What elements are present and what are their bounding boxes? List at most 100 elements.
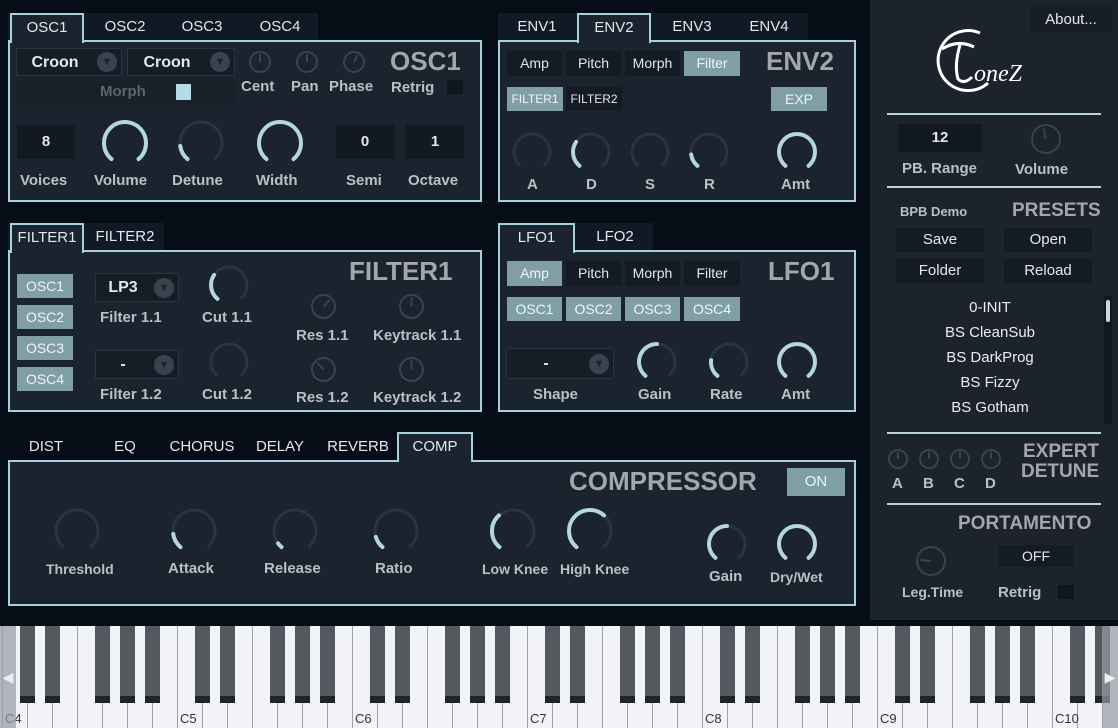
reload-button[interactable]: Reload: [1004, 259, 1092, 283]
scroll-left-icon[interactable]: ◀: [0, 626, 16, 728]
white-key[interactable]: [578, 626, 603, 728]
env-target-amp[interactable]: Amp: [507, 51, 562, 76]
tab-osc1[interactable]: OSC1: [10, 13, 84, 43]
white-key[interactable]: [1028, 626, 1053, 728]
cutoff1-knob[interactable]: [208, 264, 250, 306]
lfo-osc2-button[interactable]: OSC2: [566, 297, 621, 321]
master-volume-knob[interactable]: [1030, 123, 1062, 155]
white-key[interactable]: [678, 626, 703, 728]
cent-knob[interactable]: [248, 50, 272, 74]
white-key[interactable]: [853, 626, 878, 728]
pb-range-value[interactable]: 12: [898, 124, 982, 152]
exp-button[interactable]: EXP: [771, 87, 827, 111]
low-knee-knob[interactable]: [489, 507, 537, 555]
tab-delay[interactable]: DELAY: [250, 433, 310, 461]
detune-b-knob[interactable]: [918, 448, 940, 470]
about-button[interactable]: About...: [1030, 7, 1112, 32]
tab-env1[interactable]: ENV1: [500, 13, 574, 41]
detune-a-knob[interactable]: [887, 448, 909, 470]
tab-lfo1[interactable]: LFO1: [498, 223, 575, 253]
filter-osc4-button[interactable]: OSC4: [17, 367, 73, 391]
tab-env2[interactable]: ENV2: [577, 13, 651, 43]
scroll-right-icon[interactable]: ▶: [1102, 626, 1118, 728]
lfo-rate-knob[interactable]: [708, 341, 750, 383]
sustain-knob[interactable]: [629, 131, 671, 173]
filter-osc3-button[interactable]: OSC3: [17, 336, 73, 360]
lfo-osc3-button[interactable]: OSC3: [625, 297, 680, 321]
comp-on-button[interactable]: ON: [787, 468, 845, 496]
white-key[interactable]: [503, 626, 528, 728]
voices-value[interactable]: 8: [17, 125, 75, 159]
filter-osc2-button[interactable]: OSC2: [17, 305, 73, 329]
lfo-shape-dropdown[interactable]: - ▼: [506, 348, 614, 379]
detune-knob[interactable]: [177, 119, 225, 167]
white-key[interactable]: [753, 626, 778, 728]
white-key[interactable]: [53, 626, 78, 728]
keytrack2-knob[interactable]: [398, 356, 425, 383]
high-knee-knob[interactable]: [566, 507, 614, 555]
env-target-morph[interactable]: Morph: [625, 51, 680, 76]
release-knob[interactable]: [688, 131, 730, 173]
comp-gain-knob[interactable]: [706, 523, 748, 565]
lfo-target-morph[interactable]: Morph: [625, 261, 680, 286]
dry-wet-knob[interactable]: [776, 523, 818, 565]
env-target-filter[interactable]: Filter: [684, 51, 740, 76]
tab-osc4[interactable]: OSC4: [243, 13, 317, 41]
filter-type2-dropdown[interactable]: - ▼: [95, 350, 179, 379]
tab-filter1[interactable]: FILTER1: [10, 223, 84, 253]
white-key[interactable]: [928, 626, 953, 728]
lfo-target-amp[interactable]: Amp: [507, 261, 562, 286]
attack-knob[interactable]: [511, 131, 553, 173]
res1-knob[interactable]: [310, 293, 337, 320]
portamento-toggle[interactable]: OFF: [998, 545, 1074, 567]
tab-chorus[interactable]: CHORUS: [168, 433, 236, 461]
preset-item[interactable]: BS CleanSub: [900, 324, 1080, 341]
threshold-knob[interactable]: [53, 507, 101, 555]
tab-comp[interactable]: COMP: [397, 432, 473, 462]
lfo-target-filter[interactable]: Filter: [684, 261, 740, 286]
open-button[interactable]: Open: [1004, 228, 1092, 252]
tab-osc3[interactable]: OSC3: [165, 13, 239, 41]
lfo-gain-knob[interactable]: [636, 341, 678, 383]
detune-c-knob[interactable]: [949, 448, 971, 470]
keytrack1-knob[interactable]: [398, 293, 425, 320]
filter-type1-dropdown[interactable]: LP3 ▼: [95, 273, 179, 302]
env-filter2-button[interactable]: FILTER2: [566, 87, 622, 111]
filter-osc1-button[interactable]: OSC1: [17, 274, 73, 298]
preset-item[interactable]: 0-INIT: [900, 299, 1080, 316]
tab-eq[interactable]: EQ: [95, 433, 155, 461]
wave1-dropdown[interactable]: Croon ▼: [16, 48, 122, 76]
tab-osc2[interactable]: OSC2: [88, 13, 162, 41]
preset-item[interactable]: BS DarkProg: [900, 349, 1080, 366]
tab-env4[interactable]: ENV4: [732, 13, 806, 41]
ratio-knob[interactable]: [372, 507, 420, 555]
tab-reverb[interactable]: REVERB: [324, 433, 392, 461]
preset-item[interactable]: BS Fizzy: [900, 374, 1080, 391]
volume-knob[interactable]: [101, 119, 149, 167]
env-amount-knob[interactable]: [776, 131, 818, 173]
piano-keyboard[interactable]: C4C5C6C7C8C9C10◀▶: [0, 626, 1118, 728]
white-key[interactable]: [328, 626, 353, 728]
tab-env3[interactable]: ENV3: [655, 13, 729, 41]
width-knob[interactable]: [256, 119, 304, 167]
lfo-osc4-button[interactable]: OSC4: [684, 297, 740, 321]
phase-knob[interactable]: [342, 50, 366, 74]
retrig-checkbox[interactable]: [447, 80, 463, 94]
octave-value[interactable]: 1: [406, 125, 464, 159]
env-filter1-button[interactable]: FILTER1: [507, 87, 563, 111]
leg-time-knob[interactable]: [915, 545, 947, 577]
folder-button[interactable]: Folder: [896, 259, 984, 283]
comp-release-knob[interactable]: [271, 507, 319, 555]
scrollbar-thumb[interactable]: [1106, 300, 1110, 322]
lfo-amount-knob[interactable]: [776, 341, 818, 383]
cutoff2-knob[interactable]: [208, 341, 250, 383]
preset-scrollbar[interactable]: [1104, 296, 1112, 424]
white-key[interactable]: [403, 626, 428, 728]
white-key[interactable]: [153, 626, 178, 728]
semi-value[interactable]: 0: [336, 125, 394, 159]
lfo-target-pitch[interactable]: Pitch: [566, 261, 621, 286]
env-target-pitch[interactable]: Pitch: [566, 51, 621, 76]
wave2-dropdown[interactable]: Croon ▼: [127, 48, 235, 76]
tab-lfo2[interactable]: LFO2: [577, 223, 653, 251]
white-key[interactable]: [228, 626, 253, 728]
